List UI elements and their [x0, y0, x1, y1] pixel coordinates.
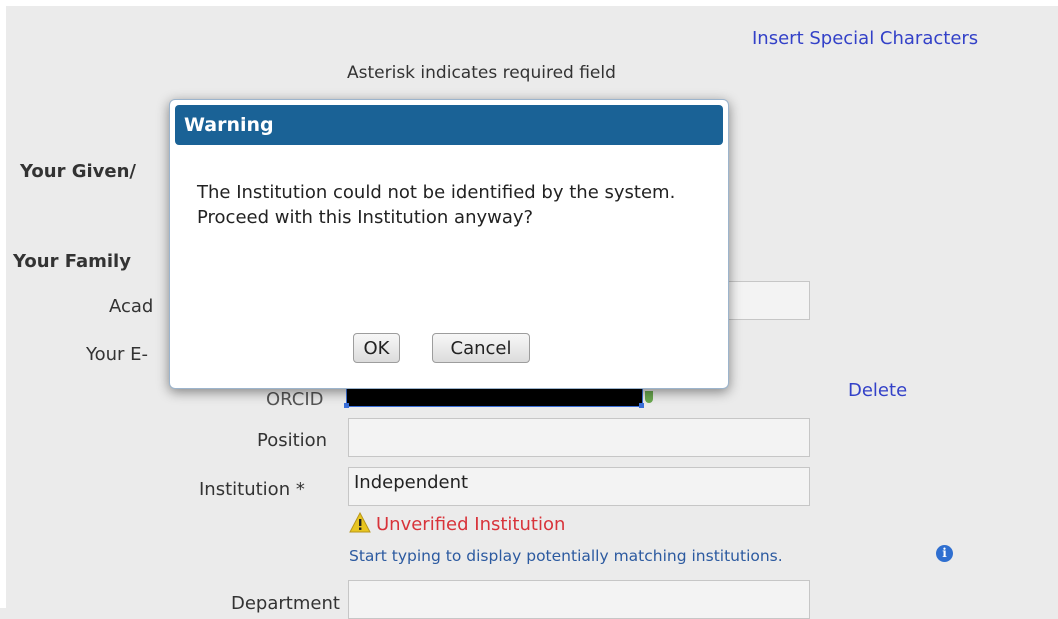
- cancel-button[interactable]: Cancel: [432, 333, 530, 363]
- page-left-edge: [0, 0, 6, 608]
- institution-label: Institution *: [199, 479, 305, 500]
- institution-input[interactable]: Independent: [348, 467, 810, 506]
- position-input[interactable]: [348, 418, 810, 457]
- ok-button[interactable]: OK: [353, 333, 400, 363]
- position-label: Position: [257, 430, 328, 451]
- academic-title-label: Acad: [109, 296, 154, 317]
- orcid-label: ORCID: [266, 389, 324, 410]
- warning-dialog: Warning The Institution could not be ide…: [169, 99, 729, 389]
- academic-title-input[interactable]: [728, 281, 810, 320]
- unverified-institution-text: Unverified Institution: [376, 514, 566, 535]
- dialog-message: The Institution could not be identified …: [197, 182, 676, 228]
- info-circle-icon[interactable]: i: [936, 542, 953, 562]
- given-name-label: Your Given/: [20, 161, 136, 182]
- institution-hint-text: Start typing to display potentially matc…: [349, 547, 783, 565]
- family-name-label: Your Family: [13, 251, 131, 272]
- email-label: Your E-: [86, 344, 149, 365]
- department-label: Department: [231, 593, 340, 614]
- department-input[interactable]: [348, 580, 810, 619]
- page-top-edge: [0, 0, 1058, 6]
- orcid-delete-link[interactable]: Delete: [848, 380, 907, 401]
- warning-triangle-icon: [349, 511, 371, 534]
- insert-special-characters-link[interactable]: Insert Special Characters: [752, 28, 978, 49]
- required-field-note: Asterisk indicates required field: [347, 63, 616, 83]
- orcid-verified-icon: [645, 391, 653, 403]
- dialog-title-bar: Warning: [175, 105, 723, 145]
- selection-handle-bottom-right: [639, 403, 644, 408]
- selection-handle-bottom-left: [344, 403, 349, 408]
